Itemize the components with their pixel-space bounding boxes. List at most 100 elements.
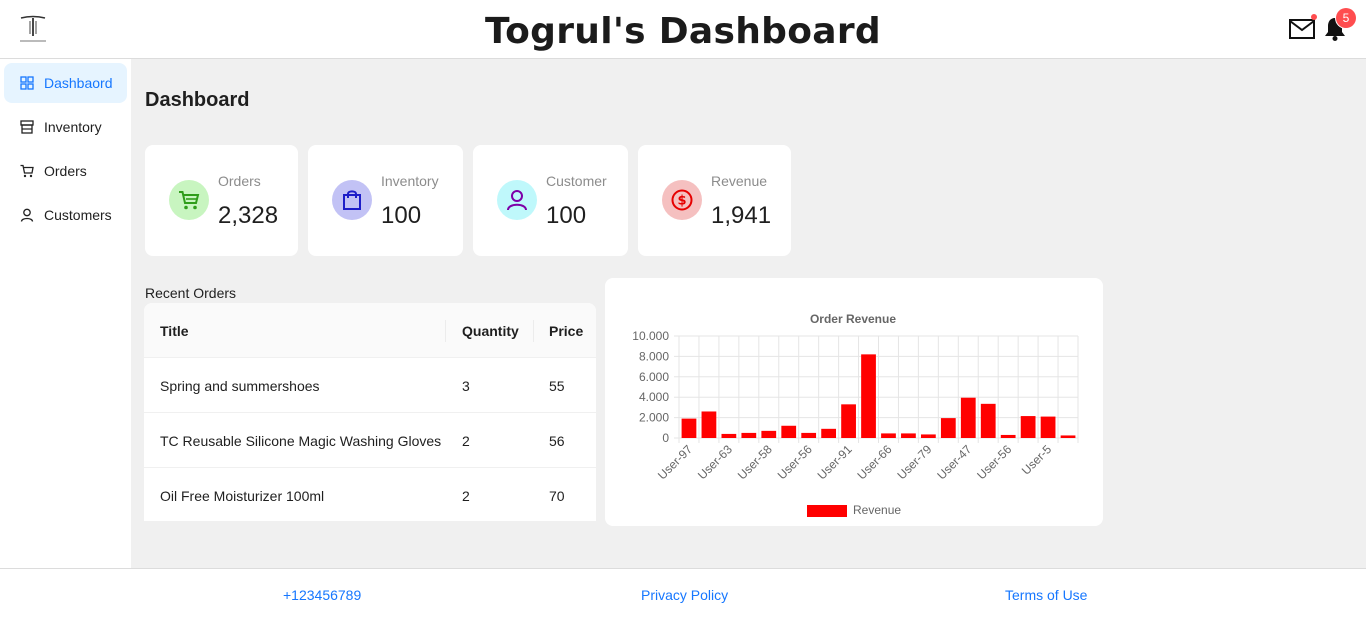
chart-bar[interactable] <box>841 404 856 438</box>
dashboard-icon <box>20 76 34 90</box>
order-revenue-chart-card: Order Revenue 0 2.000 4.000 6.000 8.000 10.00… <box>605 278 1103 526</box>
chart-bar[interactable] <box>1000 434 1016 438</box>
x-tick-label: User-66 <box>855 442 895 482</box>
column-header-price[interactable]: Price <box>549 323 583 339</box>
mail-dot <box>1311 14 1317 20</box>
legend-swatch[interactable] <box>807 505 847 517</box>
stat-card-orders: Orders 2,328 <box>145 145 298 256</box>
x-tick-label: User-97 <box>655 442 695 482</box>
phone-link[interactable]: +123456789 <box>283 587 361 603</box>
chart-bar[interactable] <box>741 432 757 438</box>
x-tick-label: User-56 <box>974 442 1014 482</box>
y-tick-label: 0 <box>662 431 669 445</box>
header: Togrul's Dashboard 5 <box>0 0 1366 59</box>
stat-icon-circle <box>497 180 537 220</box>
chart-bar[interactable] <box>1020 416 1036 438</box>
x-tick-label: User-58 <box>735 442 775 482</box>
dollar-icon: $ <box>671 189 693 211</box>
sidebar-item-orders[interactable]: Orders <box>4 151 127 191</box>
chart-bar[interactable] <box>721 433 737 438</box>
column-header-quantity[interactable]: Quantity <box>462 323 519 339</box>
user-icon <box>507 190 527 211</box>
sidebar-item-label: Inventory <box>44 119 102 135</box>
cell-price: 55 <box>549 378 565 394</box>
column-divider <box>533 320 534 342</box>
chart-bar[interactable] <box>980 403 996 438</box>
sidebar-item-dashboard[interactable]: Dashbaord <box>4 63 127 103</box>
privacy-policy-link[interactable]: Privacy Policy <box>641 587 728 603</box>
table-row[interactable]: Spring and summershoes 3 55 <box>144 358 596 413</box>
column-divider <box>445 320 446 342</box>
chart-bar[interactable] <box>940 418 956 438</box>
cell-quantity: 3 <box>462 378 470 394</box>
y-tick-label: 4.000 <box>639 390 669 404</box>
y-tick-label: 6.000 <box>639 370 669 384</box>
cell-price: 70 <box>549 488 565 504</box>
stat-card-customer: Customer 100 <box>473 145 628 256</box>
chart-bar[interactable] <box>821 428 837 438</box>
legend-label[interactable]: Revenue <box>853 503 901 517</box>
table-header: Title Quantity Price <box>144 303 596 358</box>
column-header-title[interactable]: Title <box>160 323 189 339</box>
sidebar-item-label: Dashbaord <box>44 75 113 91</box>
recent-orders-title: Recent Orders <box>145 285 237 301</box>
stat-label: Revenue <box>711 173 768 189</box>
chart-bar[interactable] <box>920 434 936 438</box>
terms-of-use-link[interactable]: Terms of Use <box>1005 587 1087 603</box>
x-tick-label: User-79 <box>894 442 934 482</box>
stat-value: 1,941 <box>711 202 772 229</box>
sidebar-item-inventory[interactable]: Inventory <box>4 107 127 147</box>
x-tick-label: User-56 <box>775 442 815 482</box>
chart-bar[interactable] <box>1060 435 1076 438</box>
cart-icon <box>20 164 34 178</box>
x-tick-label: User-91 <box>815 442 855 482</box>
shop-icon <box>20 120 34 134</box>
stat-icon-circle: $ <box>662 180 702 220</box>
stat-value: 2,328 <box>218 202 279 229</box>
chart-bar[interactable] <box>901 433 916 438</box>
stat-card-revenue: $ Revenue 1,941 <box>638 145 791 256</box>
chart-bar[interactable] <box>881 433 896 438</box>
cell-price: 56 <box>549 433 565 449</box>
stat-icon-circle <box>332 180 372 220</box>
shopping-bag-icon <box>343 190 361 210</box>
stat-icon-circle <box>169 180 209 220</box>
stat-label: Customer <box>546 173 607 189</box>
table-row[interactable]: Oil Free Moisturizer 100ml 2 70 <box>144 468 596 521</box>
mail-icon[interactable] <box>1289 18 1315 40</box>
chart-bar[interactable] <box>781 425 797 438</box>
chart-bar[interactable] <box>681 418 697 438</box>
stat-value: 100 <box>546 202 587 229</box>
stat-label: Inventory <box>381 173 439 189</box>
sidebar-item-label: Customers <box>44 207 112 223</box>
cell-title: Spring and summershoes <box>160 378 320 394</box>
chart-title: Order Revenue <box>810 312 896 326</box>
chart-bar[interactable] <box>960 397 976 438</box>
notification-badge: 5 <box>1336 8 1356 28</box>
cell-quantity: 2 <box>462 488 470 504</box>
cell-quantity: 2 <box>462 433 470 449</box>
page-title: Dashboard <box>145 89 250 111</box>
footer: +123456789 Privacy Policy Terms of Use <box>0 568 1366 620</box>
chart-bar[interactable] <box>701 411 717 438</box>
x-tick-label: User-63 <box>695 442 735 482</box>
chart-bar[interactable] <box>1040 416 1056 438</box>
chart-bar[interactable] <box>861 354 876 438</box>
table-row[interactable]: TC Reusable Silicone Magic Washing Glove… <box>144 413 596 468</box>
x-tick-label: User-47 <box>934 442 974 482</box>
chart-bar[interactable] <box>761 430 777 438</box>
y-tick-label: 2.000 <box>639 411 669 425</box>
stat-value: 100 <box>381 202 422 229</box>
sidebar-item-label: Orders <box>44 163 87 179</box>
chart-bar[interactable] <box>801 432 817 438</box>
order-revenue-chart: Order Revenue 0 2.000 4.000 6.000 8.000 10.00… <box>632 312 1079 517</box>
cell-title: TC Reusable Silicone Magic Washing Glove… <box>160 433 442 449</box>
stat-card-inventory: Inventory 100 <box>308 145 463 256</box>
user-icon <box>20 208 34 222</box>
y-tick-label: 10.000 <box>632 329 669 343</box>
stat-label: Orders <box>218 173 261 189</box>
cell-title: Oil Free Moisturizer 100ml <box>160 488 325 504</box>
sidebar: Dashbaord Inventory Orders Customers <box>0 59 131 568</box>
sidebar-item-customers[interactable]: Customers <box>4 195 127 235</box>
app-title: Togrul's Dashboard <box>485 11 881 52</box>
